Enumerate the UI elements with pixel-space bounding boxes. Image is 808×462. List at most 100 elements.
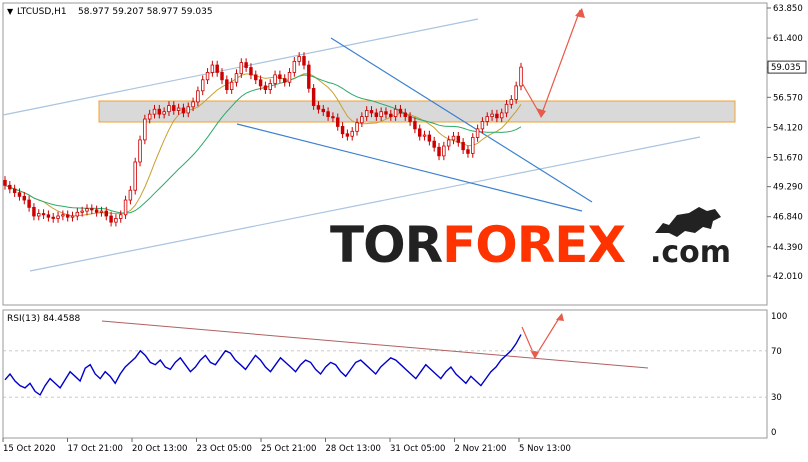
candle-body	[133, 161, 137, 191]
current-price-label: 59.035	[771, 63, 801, 73]
symbol-label: LTCUSD,H1	[17, 7, 67, 17]
candle-body	[249, 67, 253, 76]
candle-body	[287, 72, 292, 83]
candle-body	[3, 180, 7, 186]
candle-body	[451, 135, 456, 141]
candle-body	[499, 112, 504, 119]
candle-body	[186, 106, 190, 114]
candle-body	[331, 116, 335, 119]
candle-body	[94, 209, 99, 213]
candle-body	[196, 90, 200, 103]
rsi-tick-label: 0	[771, 428, 776, 438]
candle-body	[191, 101, 195, 108]
candle-body	[220, 72, 224, 81]
candle-body	[8, 184, 12, 190]
candle-body	[114, 218, 118, 223]
candle-body	[413, 121, 417, 130]
candle-body	[138, 139, 142, 163]
candle-body	[446, 139, 451, 147]
price-tick-label: 46.840	[773, 213, 803, 223]
candle-body	[46, 214, 51, 218]
candle-body	[408, 116, 412, 122]
candle-body	[273, 74, 277, 84]
candle-body	[456, 135, 461, 143]
candle-body	[258, 79, 263, 87]
candle-body	[229, 81, 234, 91]
ohlc-label: 58.977 59.207 58.977 59.035	[78, 7, 213, 17]
time-tick-label: 17 Oct 21:00	[68, 444, 123, 454]
candle-body	[345, 133, 350, 137]
candle-body	[51, 216, 55, 219]
candle-body	[104, 210, 108, 217]
candle-body	[364, 110, 369, 117]
candle	[143, 114, 147, 145]
candle-body	[234, 73, 239, 83]
price-tick-label: 49.290	[773, 183, 803, 193]
price-chart-svg: 63.85061.40058.95056.57054.12051.67049.2…	[2, 2, 807, 454]
candle-body	[475, 128, 480, 138]
brand-wordmark: TORFOREX	[330, 216, 625, 274]
candle-body	[123, 199, 128, 216]
candle-body	[369, 110, 374, 114]
candle-body	[471, 137, 475, 154]
candle-body	[466, 149, 470, 154]
candle-body	[90, 208, 94, 211]
price-tick-label: 63.850	[773, 4, 803, 14]
brand-forex: FOREX	[442, 216, 625, 274]
candle-body	[480, 121, 485, 130]
rsi-label: RSI(13) 84.4588	[7, 314, 80, 324]
candle-body	[254, 74, 258, 81]
candle-body	[336, 117, 340, 127]
candle-body	[282, 78, 287, 83]
candle-body	[398, 108, 403, 114]
candle-body	[504, 103, 509, 114]
time-tick-label: 31 Oct 05:00	[390, 444, 445, 454]
candle-body	[340, 126, 345, 135]
candle-body	[147, 113, 152, 120]
candle	[519, 62, 523, 91]
candle-body	[403, 112, 407, 117]
candle-body	[176, 107, 181, 111]
candle-body	[56, 215, 60, 219]
candle-body	[225, 79, 229, 91]
candle-body	[350, 130, 354, 137]
candle-body	[22, 195, 27, 201]
candle-body	[37, 213, 41, 217]
candle-body	[128, 189, 133, 201]
candle-body	[297, 56, 301, 62]
candle-body	[167, 105, 171, 113]
candle-body	[389, 113, 393, 117]
candle-body	[70, 215, 75, 218]
candle-body	[157, 108, 162, 115]
candle-body	[509, 99, 514, 105]
candle-body	[210, 64, 215, 73]
candle-body	[181, 107, 186, 114]
candle-body	[41, 213, 46, 216]
candle-body	[27, 199, 31, 208]
symbol-arrow-icon: ▼	[7, 7, 14, 16]
candle-body	[514, 85, 518, 100]
candle-body	[65, 214, 70, 218]
time-tick-label: 2 Nov 21:00	[455, 444, 507, 454]
candle-body	[355, 122, 359, 132]
candle-body	[12, 188, 17, 194]
candle-body	[205, 72, 210, 81]
candle-body	[427, 134, 432, 142]
time-tick-label: 5 Nov 13:00	[519, 444, 571, 454]
candle-body	[422, 134, 427, 137]
candle-body	[152, 108, 157, 115]
price-tick-label: 42.010	[773, 272, 803, 282]
price-tick-label: 44.390	[773, 243, 803, 253]
candle-body	[278, 74, 282, 79]
time-tick-label: 20 Oct 13:00	[132, 444, 187, 454]
candle-body	[85, 208, 89, 212]
candle-body	[215, 64, 219, 73]
candle-body	[379, 111, 383, 117]
candle-body	[418, 128, 422, 137]
rsi-tick-label: 70	[771, 347, 782, 357]
candle-body	[307, 64, 311, 89]
candle	[138, 135, 142, 167]
candle-body	[490, 113, 494, 117]
candle-body	[384, 111, 388, 115]
time-tick-label: 23 Oct 05:00	[197, 444, 252, 454]
